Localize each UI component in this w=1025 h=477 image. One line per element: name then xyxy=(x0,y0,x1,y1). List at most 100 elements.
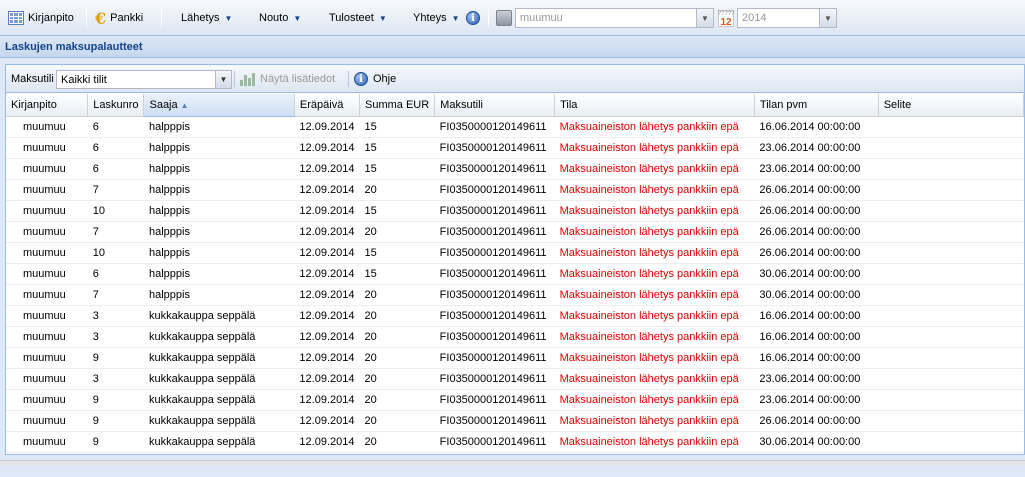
cell-saaja: halpppis xyxy=(143,284,295,306)
table-row[interactable]: muumuu 9 kukkakauppa seppälä 12.09.2014 20 FI… xyxy=(6,431,1024,453)
cell-summa: 20 xyxy=(359,221,435,243)
table-row[interactable]: muumuu 6 halpppis 12.09.2014 15 FI03500001201… xyxy=(6,158,1024,180)
nayta-lisatiedot-button[interactable]: Näytä lisätiedot xyxy=(240,65,335,93)
cell-laskunro: 9 xyxy=(87,410,144,432)
table-row[interactable]: muumuu 7 halpppis 12.09.2014 20 FI03500001201… xyxy=(6,284,1024,306)
col-header-tilan-pvm[interactable]: Tilan pvm xyxy=(754,94,879,117)
year-select[interactable]: 2014 ▼ xyxy=(737,8,837,28)
cell-kirjanpito: muumuu xyxy=(6,368,88,390)
cell-maksutili: FI0350000120149611 xyxy=(434,179,555,201)
cell-saaja: halpppis xyxy=(143,263,295,285)
table-row[interactable]: muumuu 3 kukkakauppa seppälä 12.09.2014 20 FI… xyxy=(6,368,1024,390)
table-row[interactable]: muumuu 6 halpppis 12.09.2014 15 FI03500001201… xyxy=(6,116,1024,138)
info-button[interactable]: i xyxy=(466,0,480,36)
cell-tila: Maksuaineiston lähetys pankkiin epä xyxy=(554,284,755,306)
cell-selite xyxy=(878,137,1024,159)
cell-summa: 20 xyxy=(359,179,435,201)
company-icon-wrap xyxy=(496,0,512,36)
cell-tila: Maksuaineiston lähetys pankkiin epä xyxy=(554,263,755,285)
tulosteet-menu[interactable]: Tulosteet ▼ xyxy=(329,0,387,36)
dropdown-arrow-icon: ▼ xyxy=(224,13,233,23)
cell-kirjanpito: muumuu xyxy=(6,158,88,180)
euro-icon: € xyxy=(95,8,107,28)
cell-maksutili: FI0350000120149611 xyxy=(434,137,555,159)
table-row[interactable]: muumuu 6 halpppis 12.09.2014 15 FI03500001201… xyxy=(6,137,1024,159)
company-select[interactable]: muumuu ▼ xyxy=(515,8,714,28)
chevron-down-icon[interactable]: ▼ xyxy=(215,71,231,88)
sort-ascending-icon: ▲ xyxy=(180,100,189,110)
col-header-saaja-label: Saaja xyxy=(149,98,178,111)
cell-tila: Maksuaineiston lähetys pankkiin epä xyxy=(554,179,755,201)
cell-saaja: kukkakauppa seppälä xyxy=(143,305,295,327)
cell-tilan-pvm: 26.06.2014 00:00:00 xyxy=(754,200,879,222)
separator-line xyxy=(348,71,349,87)
table-row[interactable]: muumuu 3 kukkakauppa seppälä 12.09.2014 20 FI… xyxy=(6,326,1024,348)
cell-tilan-pvm: 26.06.2014 00:00:00 xyxy=(754,221,879,243)
horizontal-scrollbar[interactable] xyxy=(0,460,1025,465)
table-row[interactable]: muumuu 10 halpppis 12.09.2014 15 FI0350000120… xyxy=(6,242,1024,264)
cell-maksutili: FI0350000120149611 xyxy=(434,305,555,327)
cell-selite xyxy=(878,347,1024,369)
cell-laskunro: 10 xyxy=(87,242,144,264)
year-value: 2014 xyxy=(742,12,767,24)
cell-selite xyxy=(878,263,1024,285)
table-row[interactable]: muumuu 7 halpppis 12.09.2014 20 FI03500001201… xyxy=(6,221,1024,243)
table-row[interactable]: muumuu 3 kukkakauppa seppälä 12.09.2014 20 FI… xyxy=(6,305,1024,327)
cell-laskunro: 7 xyxy=(87,179,144,201)
cell-summa: 15 xyxy=(359,158,435,180)
kirjanpito-button[interactable]: Kirjanpito xyxy=(8,0,74,36)
yhteys-menu[interactable]: Yhteys ▼ xyxy=(413,0,460,36)
cell-erapaiva: 12.09.2014 xyxy=(294,347,360,369)
maksutili-select[interactable]: Kaikki tilit ▼ xyxy=(56,70,232,89)
cell-kirjanpito: muumuu xyxy=(6,305,88,327)
table-row[interactable]: muumuu 9 kukkakauppa seppälä 12.09.2014 20 FI… xyxy=(6,347,1024,369)
table-row[interactable]: muumuu 7 halpppis 12.09.2014 20 FI03500001201… xyxy=(6,179,1024,201)
main-toolbar: Kirjanpito € Pankki Lähetys ▼ Nouto ▼ Tu… xyxy=(0,0,1025,36)
chevron-down-icon[interactable]: ▼ xyxy=(696,9,713,27)
cell-maksutili: FI0350000120149611 xyxy=(434,410,555,432)
cell-summa: 15 xyxy=(359,200,435,222)
cell-kirjanpito: muumuu xyxy=(6,179,88,201)
cell-erapaiva: 12.09.2014 xyxy=(294,158,360,180)
dropdown-arrow-icon: ▼ xyxy=(451,13,460,23)
cell-kirjanpito: muumuu xyxy=(6,200,88,222)
cell-tilan-pvm: 16.06.2014 00:00:00 xyxy=(754,347,879,369)
cell-tila: Maksuaineiston lähetys pankkiin epä xyxy=(554,389,755,411)
cell-saaja: halpppis xyxy=(143,116,295,138)
table-row[interactable]: muumuu 6 halpppis 12.09.2014 15 FI03500001201… xyxy=(6,263,1024,285)
col-header-laskunro[interactable]: Laskunro xyxy=(87,94,145,117)
cell-laskunro: 6 xyxy=(87,116,144,138)
nouto-menu[interactable]: Nouto ▼ xyxy=(259,0,301,36)
col-header-kirjanpito[interactable]: Kirjanpito xyxy=(6,94,89,117)
col-header-erapaiva[interactable]: Eräpäivä xyxy=(294,94,360,117)
pankki-button[interactable]: € Pankki xyxy=(95,0,143,36)
cell-maksutili: FI0350000120149611 xyxy=(434,158,555,180)
calendar-icon-number: 12 xyxy=(720,16,732,28)
col-header-summa[interactable]: Summa EUR xyxy=(359,94,436,117)
cell-erapaiva: 12.09.2014 xyxy=(294,368,360,390)
cell-tilan-pvm: 23.06.2014 00:00:00 xyxy=(754,368,879,390)
cell-tila: Maksuaineiston lähetys pankkiin epä xyxy=(554,221,755,243)
footer-bar xyxy=(0,455,1025,477)
chevron-down-icon[interactable]: ▼ xyxy=(819,9,836,27)
cell-kirjanpito: muumuu xyxy=(6,221,88,243)
col-header-saaja[interactable]: Saaja ▲ xyxy=(143,94,295,117)
table-row[interactable]: muumuu 10 halpppis 12.09.2014 15 FI0350000120… xyxy=(6,200,1024,222)
cell-maksutili: FI0350000120149611 xyxy=(434,263,555,285)
lahetys-menu[interactable]: Lähetys ▼ xyxy=(181,0,232,36)
table-row[interactable]: muumuu 9 kukkakauppa seppälä 12.09.2014 20 FI… xyxy=(6,389,1024,411)
table-row[interactable]: muumuu 9 kukkakauppa seppälä 12.09.2014 20 FI… xyxy=(6,410,1024,432)
cell-tila: Maksuaineiston lähetys pankkiin epä xyxy=(554,200,755,222)
cell-maksutili: FI0350000120149611 xyxy=(434,368,555,390)
ohje-button[interactable]: i Ohje xyxy=(354,65,396,93)
cell-maksutili: FI0350000120149611 xyxy=(434,242,555,264)
cell-tila: Maksuaineiston lähetys pankkiin epä xyxy=(554,326,755,348)
cell-tila: Maksuaineiston lähetys pankkiin epä xyxy=(554,347,755,369)
col-header-tila[interactable]: Tila xyxy=(554,94,755,117)
col-header-maksutili[interactable]: Maksutili xyxy=(434,94,556,117)
cell-laskunro: 3 xyxy=(87,368,144,390)
cell-saaja: kukkakauppa seppälä xyxy=(143,431,295,453)
nouto-label: Nouto xyxy=(259,12,289,24)
col-header-selite[interactable]: Selite xyxy=(878,94,1025,117)
cell-selite xyxy=(878,179,1024,201)
